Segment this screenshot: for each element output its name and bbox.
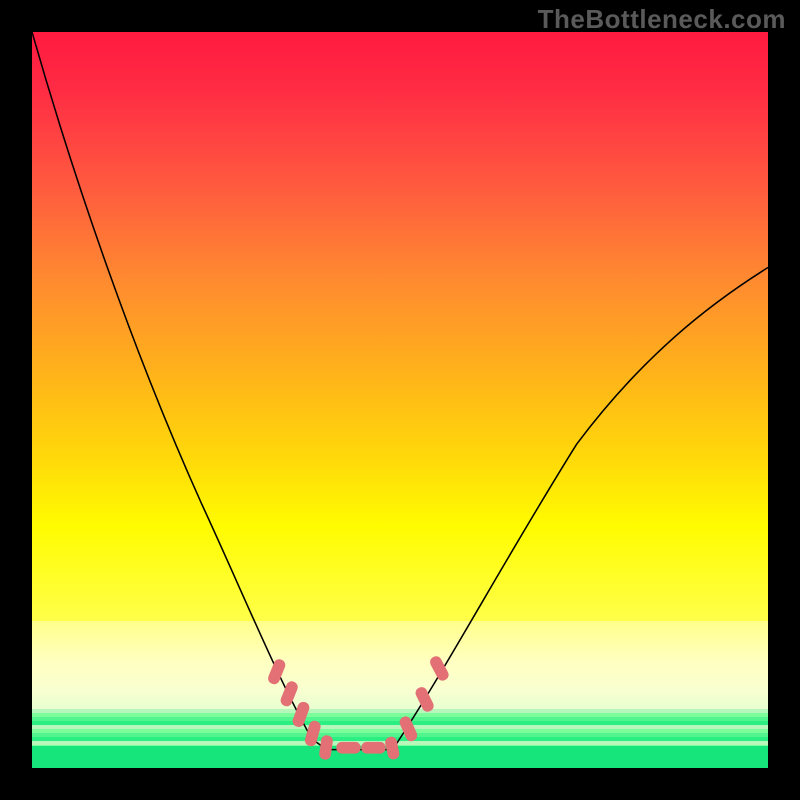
plot-area [32,32,768,768]
bottleneck-curve [32,32,768,768]
chart-frame: TheBottleneck.com [0,0,800,800]
watermark-text: TheBottleneck.com [538,4,786,35]
curve-right-branch [393,268,768,750]
curve-left-branch [32,32,326,750]
